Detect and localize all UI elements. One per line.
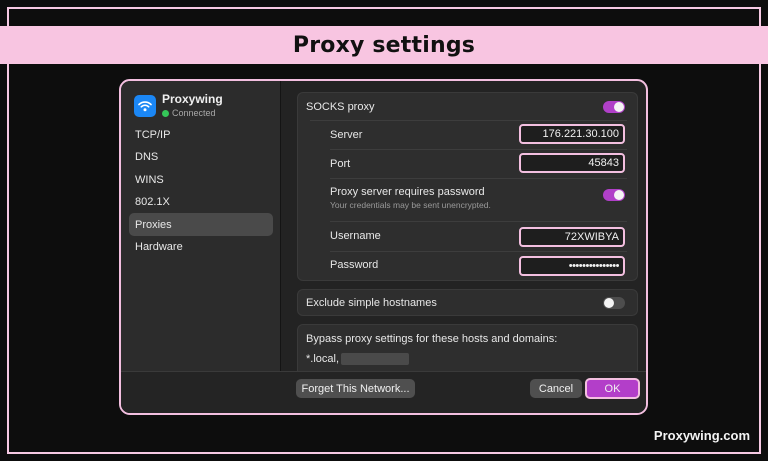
server-input[interactable]: 176.221.30.100: [519, 124, 625, 144]
username-label: Username: [330, 230, 381, 242]
sidebar: Proxywing Connected TCP/IP DNS WINS 802.…: [121, 81, 281, 413]
network-status-text: Connected: [172, 108, 216, 118]
auth-warning-note: Your credentials may be sent unencrypted…: [330, 200, 491, 210]
exclude-hostnames-card: Exclude simple hostnames: [297, 289, 638, 316]
dialog-footer: Forget This Network... Cancel OK: [121, 371, 646, 413]
network-name: Proxywing: [162, 92, 223, 106]
password-input[interactable]: •••••••••••••••: [519, 256, 625, 276]
port-input[interactable]: 45843: [519, 153, 625, 173]
sidebar-item-tcpip[interactable]: TCP/IP: [129, 123, 273, 146]
sidebar-nav: TCP/IP DNS WINS 802.1X Proxies Hardware: [129, 123, 273, 258]
wifi-icon: [134, 94, 156, 117]
sidebar-item-label: Proxies: [135, 218, 172, 231]
exclude-hostnames-label: Exclude simple hostnames: [306, 297, 437, 309]
network-settings-window: Proxywing Connected TCP/IP DNS WINS 802.…: [119, 79, 648, 415]
sidebar-item-hardware[interactable]: Hardware: [129, 236, 273, 259]
connected-dot-icon: [162, 109, 169, 117]
network-header: Proxywing Connected: [134, 93, 223, 118]
username-input[interactable]: 72XWIBYA: [519, 227, 625, 247]
brand-watermark: Proxywing.com: [653, 428, 750, 443]
proxies-panel: SOCKS proxy Server 176.221.30.100 Port 4…: [281, 81, 646, 413]
password-label: Password: [330, 259, 379, 271]
exclude-hostnames-toggle[interactable]: [603, 297, 625, 309]
sidebar-item-label: DNS: [135, 151, 159, 163]
sidebar-item-proxies[interactable]: Proxies: [129, 213, 273, 236]
sidebar-item-label: Hardware: [135, 241, 183, 253]
sidebar-item-label: 802.1X: [135, 196, 170, 208]
sidebar-item-dns[interactable]: DNS: [129, 146, 273, 169]
title-banner: Proxy settings: [0, 26, 768, 64]
password-required-toggle[interactable]: [603, 189, 625, 201]
sidebar-item-8021x[interactable]: 802.1X: [129, 191, 273, 214]
bypass-hosts-input[interactable]: *.local,: [306, 353, 557, 366]
sidebar-item-label: WINS: [135, 173, 164, 186]
socks-proxy-label: SOCKS proxy: [306, 101, 375, 113]
cancel-button[interactable]: Cancel: [530, 379, 582, 398]
bypass-hosts-label: Bypass proxy settings for these hosts an…: [306, 333, 558, 345]
socks-proxy-card: SOCKS proxy Server 176.221.30.100 Port 4…: [297, 92, 638, 281]
auth-required-label: Proxy server requires password: [330, 186, 485, 198]
ok-button[interactable]: OK: [585, 378, 640, 399]
bypass-hosts-value: *.local,: [306, 353, 340, 365]
sidebar-item-label: TCP/IP: [135, 128, 171, 141]
banner-title: Proxy settings: [292, 32, 476, 58]
forget-network-button[interactable]: Forget This Network...: [296, 379, 415, 398]
socks-proxy-toggle[interactable]: [603, 101, 625, 113]
network-status: Connected: [162, 108, 223, 118]
sidebar-item-wins[interactable]: WINS: [129, 168, 273, 191]
server-label: Server: [330, 129, 363, 141]
redacted-host-chip: [341, 353, 410, 366]
port-label: Port: [330, 158, 351, 170]
